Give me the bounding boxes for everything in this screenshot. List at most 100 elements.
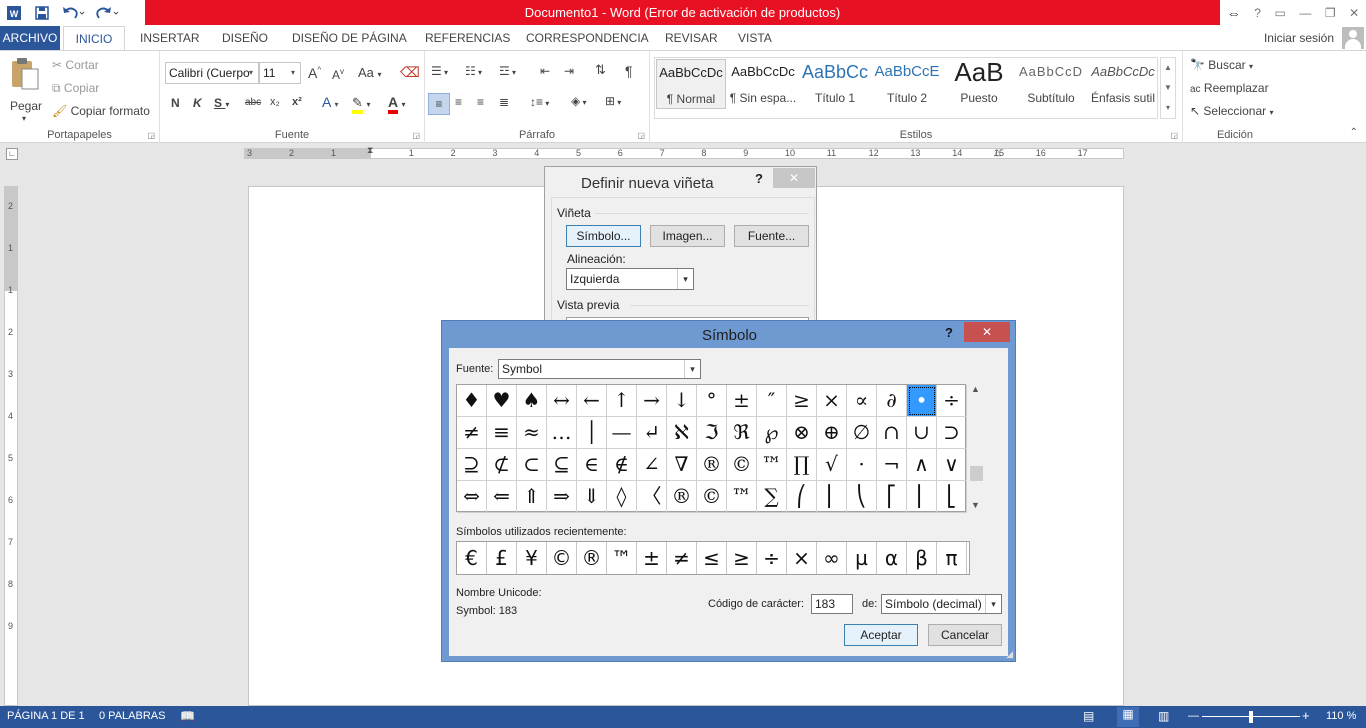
symbol-cell[interactable]: ∩ [877, 417, 907, 449]
symbol-cell[interactable]: ⊇ [457, 449, 487, 481]
symbol-cell[interactable]: ° [697, 385, 727, 417]
ok-button[interactable]: Aceptar [844, 624, 918, 646]
symbol-cell[interactable]: │ [577, 417, 607, 449]
cancel-button[interactable]: Cancelar [928, 624, 1002, 646]
tab-inicio[interactable]: INICIO [63, 26, 125, 51]
symbol-cell[interactable]: ™ [727, 481, 757, 513]
indent-marker-icon[interactable]: ⧗ [367, 145, 373, 156]
symbol-cell[interactable]: ♠ [517, 385, 547, 417]
symbol-cell[interactable]: © [727, 449, 757, 481]
page-count[interactable]: PÁGINA 1 DE 1 [7, 710, 85, 722]
symbol-button[interactable]: Símbolo... [566, 225, 641, 247]
from-select[interactable]: Símbolo (decimal) ▾ [881, 594, 1002, 614]
recent-symbol-cell[interactable]: ≤ [697, 542, 727, 574]
symbol-cell[interactable]: ℜ [727, 417, 757, 449]
help-icon[interactable]: ? [945, 325, 953, 340]
recent-symbol-cell[interactable]: µ [847, 542, 877, 574]
proofing-icon[interactable]: 📖 [180, 709, 195, 723]
recent-symbol-cell[interactable]: ∞ [817, 542, 847, 574]
align-right-icon[interactable]: ≡ [477, 95, 484, 109]
cut-button[interactable]: ✂ Cortar [52, 58, 99, 72]
symbol-cell[interactable]: ⇓ [577, 481, 607, 513]
close-icon[interactable]: ✕ [773, 168, 815, 188]
increase-indent-icon[interactable]: ⇥ [564, 64, 574, 78]
font-select[interactable]: Symbol ▾ [498, 359, 701, 379]
font-size-box[interactable]: 11 ▾ [259, 62, 301, 84]
recent-symbol-cell[interactable]: £ [487, 542, 517, 574]
dialog-launcher-icon[interactable]: ◲ [637, 131, 645, 140]
help-icon[interactable]: ? [1254, 6, 1261, 20]
minimize-icon[interactable]: — [1299, 6, 1311, 20]
align-left-icon[interactable]: ≡ [428, 93, 450, 115]
symbol-cell[interactable]: ⊗ [787, 417, 817, 449]
symbol-cell[interactable]: ℵ [667, 417, 697, 449]
symbol-cell[interactable]: ⊂ [517, 449, 547, 481]
symbol-cell[interactable]: ∅ [847, 417, 877, 449]
recent-symbol-cell[interactable]: ® [577, 542, 607, 574]
tab-archivo[interactable]: ARCHIVO [0, 26, 60, 50]
paste-button[interactable]: Pegar ▾ [8, 57, 44, 127]
symbol-cell[interactable]: ⎝ [847, 481, 877, 513]
recent-symbol-cell[interactable]: × [787, 542, 817, 574]
recent-symbol-cell[interactable]: β [907, 542, 937, 574]
symbol-cell[interactable]: ¬ [877, 449, 907, 481]
symbol-cell[interactable]: ≈ [517, 417, 547, 449]
right-indent-marker-icon[interactable]: △ [994, 147, 1001, 158]
web-layout-icon[interactable]: ▥ [1158, 709, 1169, 723]
symbol-cell[interactable]: ◊ [607, 481, 637, 513]
decrease-indent-icon[interactable]: ⇤ [540, 64, 550, 78]
clear-format-icon[interactable]: ⌫ [400, 64, 420, 81]
format-painter-button[interactable]: 🖌 Copiar formato [52, 104, 150, 118]
symbol-cell[interactable]: ♦ [457, 385, 487, 417]
font-name-box[interactable]: Calibri (Cuerpo ▾ [165, 62, 259, 84]
resize-icon[interactable]: ⇔ [1227, 5, 1241, 21]
symbol-cell[interactable]: ↑ [607, 385, 637, 417]
symbol-cell[interactable]: ∧ [907, 449, 937, 481]
replace-button[interactable]: ac Reemplazar [1190, 81, 1269, 95]
symbol-cell[interactable]: ″ [757, 385, 787, 417]
symbol-cell[interactable]: ± [727, 385, 757, 417]
char-code-input[interactable]: 183 [811, 594, 853, 614]
tab-revisar[interactable]: REVISAR [665, 26, 718, 50]
symbol-cell[interactable]: → [637, 385, 667, 417]
symbol-cell[interactable]: ∝ [847, 385, 877, 417]
zoom-in-icon[interactable]: + [1302, 708, 1310, 723]
symbol-cell[interactable]: ⎡ [877, 481, 907, 513]
dialog-launcher-icon[interactable]: ◲ [1170, 131, 1178, 140]
recent-symbol-cell[interactable]: ™ [607, 542, 637, 574]
symbol-cell[interactable]: 〈 [637, 481, 667, 513]
select-button[interactable]: ↖ Seleccionar ▾ [1190, 104, 1273, 118]
horizontal-ruler[interactable]: 3 2 1 1 2 3 4 5 6 7 8 9 10 11 12 13 14 15 16 17 ⧗ △ [244, 145, 1124, 159]
save-icon[interactable] [28, 0, 56, 26]
bold-button[interactable]: N [171, 96, 180, 110]
sign-in[interactable]: Iniciar sesión [1264, 26, 1366, 50]
symbol-cell[interactable]: ↓ [667, 385, 697, 417]
subscript-button[interactable]: x₂ [270, 96, 280, 108]
symbol-cell[interactable]: ∪ [907, 417, 937, 449]
print-layout-icon[interactable]: ▦ [1117, 707, 1139, 727]
symbol-cell[interactable]: ÷ [937, 385, 967, 417]
grow-font-button[interactable]: A^ [308, 65, 321, 81]
symbol-cell[interactable]: ⊃ [937, 417, 967, 449]
shrink-font-button[interactable]: Av [332, 67, 344, 82]
symbol-cell[interactable]: ∂ [877, 385, 907, 417]
restore-icon[interactable]: ❐ [1325, 6, 1336, 20]
symbol-cell[interactable]: ® [697, 449, 727, 481]
superscript-button[interactable]: x² [292, 96, 302, 108]
style-enfasis-sutil[interactable]: AaBbCcDc Énfasis sutil [1088, 59, 1158, 109]
symbol-cell[interactable]: ⎜ [817, 481, 847, 513]
font-button[interactable]: Fuente... [734, 225, 809, 247]
symbol-cell[interactable]: ∠ [637, 449, 667, 481]
recent-symbol-cell[interactable]: ± [637, 542, 667, 574]
tab-vista[interactable]: VISTA [738, 26, 772, 50]
symbol-cell[interactable]: ♥ [487, 385, 517, 417]
strikethrough-button[interactable]: abc [245, 97, 261, 108]
symbol-cell[interactable]: ≠ [457, 417, 487, 449]
pilcrow-icon[interactable]: ¶ [625, 63, 633, 79]
symbol-cell[interactable]: ℑ [697, 417, 727, 449]
justify-icon[interactable]: ≣ [499, 95, 509, 109]
symbol-cell[interactable]: ® [667, 481, 697, 513]
symbol-cell[interactable]: ⋅ [847, 449, 877, 481]
symbol-cell[interactable]: ← [577, 385, 607, 417]
zoom-slider-thumb[interactable] [1249, 711, 1253, 723]
